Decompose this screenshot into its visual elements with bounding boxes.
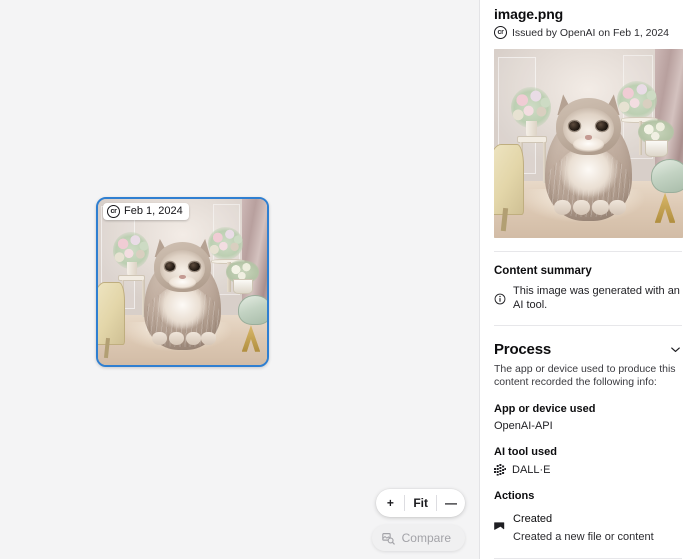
thumbnail-badge-label: Feb 1, 2024: [124, 205, 183, 217]
app-or-device-value: OpenAI-API: [494, 420, 553, 432]
zoom-toolbar: + Fit —: [376, 489, 465, 517]
dalle-mosaic-icon: [494, 464, 506, 476]
section-divider: [494, 325, 682, 326]
process-section-header[interactable]: Process: [494, 341, 682, 358]
file-name: image.png: [494, 6, 564, 22]
zoom-fit-button[interactable]: Fit: [405, 489, 436, 517]
action-item: Created Created a new file or content: [494, 509, 682, 545]
info-circle-icon: [494, 285, 506, 312]
content-summary-text: This image was generated with an AI tool…: [513, 285, 680, 311]
action-name: Created: [513, 513, 553, 525]
created-flag-icon: [494, 511, 506, 545]
compare-button[interactable]: Compare: [371, 525, 465, 551]
section-divider: [494, 251, 682, 252]
details-panel: image.png cr Issued by OpenAI on Feb 1, …: [479, 0, 696, 559]
process-description: The app or device used to produce this c…: [494, 363, 676, 388]
zoom-in-button[interactable]: +: [376, 489, 404, 517]
content-credentials-cr-icon: cr: [107, 205, 120, 218]
compare-image-search-icon: [381, 532, 395, 545]
process-title: Process: [494, 341, 551, 358]
issued-by-row: cr Issued by OpenAI on Feb 1, 2024: [494, 26, 682, 39]
ai-tool-label: AI tool used: [494, 446, 557, 458]
actions-label: Actions: [494, 490, 535, 502]
preview-image[interactable]: [494, 49, 683, 238]
zoom-out-button[interactable]: —: [437, 489, 465, 517]
chevron-down-icon[interactable]: [669, 343, 682, 356]
app-or-device-label: App or device used: [494, 403, 596, 415]
content-credentials-inspector: cr Feb 1, 2024 + Fit — Compare image.png…: [0, 0, 696, 559]
thumbnail-credentials-badge[interactable]: cr Feb 1, 2024: [103, 203, 189, 220]
thumbnail-image: [98, 199, 267, 365]
content-summary-title: Content summary: [494, 265, 592, 277]
ai-tool-value: DALL·E: [512, 464, 551, 476]
canvas-area[interactable]: cr Feb 1, 2024 + Fit — Compare: [0, 0, 479, 559]
content-credentials-cr-icon: cr: [494, 26, 507, 39]
thumbnail-card[interactable]: cr Feb 1, 2024: [96, 197, 269, 367]
compare-button-label: Compare: [401, 531, 451, 545]
issued-by-label: Issued by OpenAI on Feb 1, 2024: [512, 26, 670, 39]
content-summary-row: This image was generated with an AI tool…: [494, 284, 682, 312]
action-description: Created a new file or content: [513, 531, 654, 543]
ai-tool-value-row: DALL·E: [494, 464, 682, 476]
